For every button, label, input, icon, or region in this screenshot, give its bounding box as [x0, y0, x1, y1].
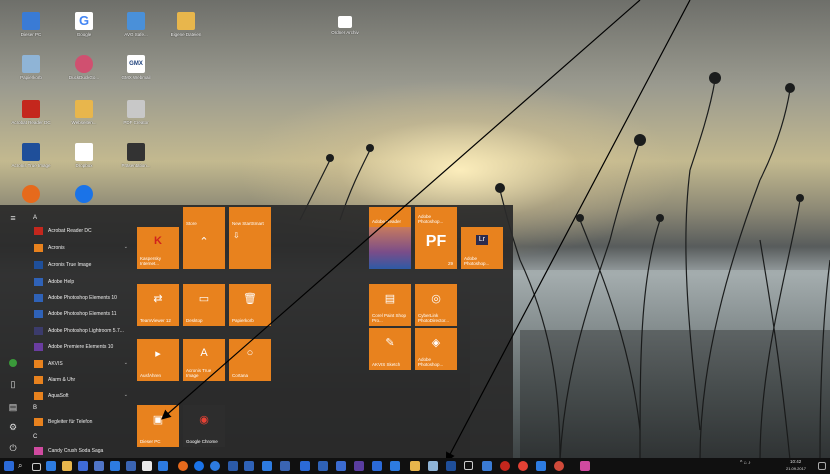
app-icon-17[interactable] [482, 461, 492, 471]
app-icon-8[interactable] [280, 461, 290, 471]
app-icon-12[interactable] [354, 461, 364, 471]
app-icon-7[interactable] [262, 461, 272, 471]
acronis-taskbar-icon[interactable] [446, 461, 456, 471]
app-icon-14[interactable] [390, 461, 400, 471]
annotation-arrows [161, 0, 691, 463]
app-icon-15[interactable] [410, 461, 420, 471]
firefox-icon[interactable] [178, 461, 188, 471]
edge-icon-2[interactable] [210, 461, 220, 471]
windows-start-icon[interactable] [4, 461, 14, 471]
app-icon-9[interactable] [300, 461, 310, 471]
app-icon-3[interactable] [142, 461, 152, 471]
app-icon-18[interactable] [500, 461, 510, 471]
app-icon-19[interactable] [536, 461, 546, 471]
edge-icon[interactable] [46, 461, 56, 471]
mail-icon[interactable] [94, 461, 104, 471]
search-icon[interactable]: ⌕ [18, 461, 28, 471]
app-icon-11[interactable] [336, 461, 346, 471]
ie-icon[interactable] [194, 461, 204, 471]
app-icon-10[interactable] [318, 461, 328, 471]
app-icon-20[interactable] [554, 461, 564, 471]
system-tray[interactable]: ^ ⌂ ♪ [740, 460, 751, 466]
this-pc-taskbar-icon[interactable] [428, 461, 438, 471]
store-icon[interactable] [78, 461, 88, 471]
explorer-icon[interactable] [62, 461, 72, 471]
app-icon-2[interactable] [126, 461, 136, 471]
chrome-taskbar-icon[interactable] [518, 461, 528, 471]
app-icon-21[interactable] [580, 461, 590, 471]
taskbar: ⌕ ^ ⌂ ♪ 10:42 21.09.2017 [0, 458, 830, 474]
app-icon-6[interactable] [244, 461, 254, 471]
notification-icon[interactable] [818, 462, 826, 470]
app-icon-13[interactable] [372, 461, 382, 471]
app-icon-5[interactable] [228, 461, 238, 471]
task-view-icon[interactable] [32, 463, 41, 471]
arrow-to-taskbar-icon [445, 0, 691, 463]
app-icon-16[interactable] [464, 461, 473, 470]
clock-date[interactable]: 21.09.2017 [786, 466, 806, 471]
desktop-screen: Dieser PC G Google AVG Safe... Eigene Da… [0, 0, 830, 474]
arrow-to-this-pc-tile [161, 0, 641, 420]
app-icon-1[interactable] [110, 461, 120, 471]
app-icon-4[interactable] [158, 461, 168, 471]
clock-time[interactable]: 10:42 [790, 459, 801, 464]
